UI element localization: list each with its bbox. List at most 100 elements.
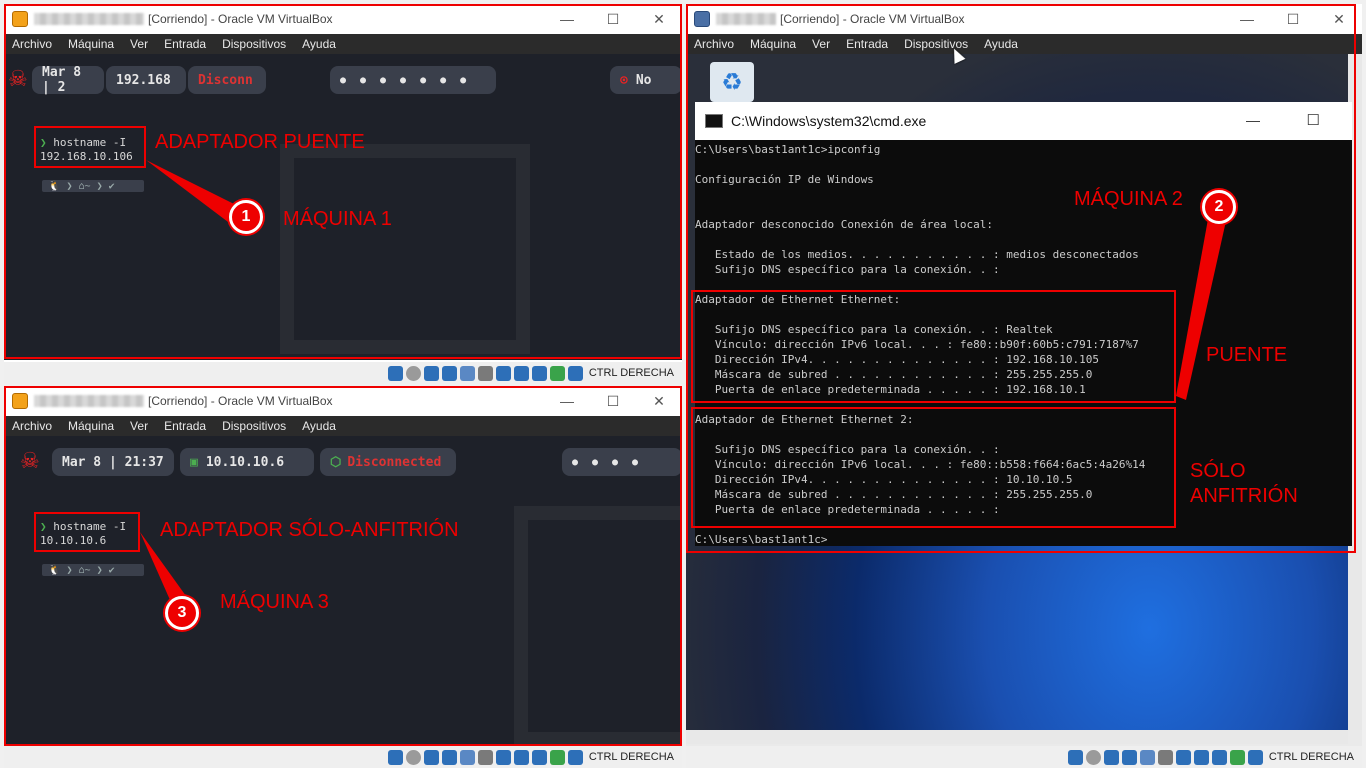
cmd-line bbox=[695, 307, 1352, 322]
status-icon[interactable] bbox=[423, 749, 439, 765]
menu-ver[interactable]: Ver bbox=[122, 37, 156, 51]
menu-archivo[interactable]: Archivo bbox=[4, 37, 60, 51]
cmd-line: Adaptador de Ethernet Ethernet: bbox=[695, 293, 901, 306]
vm3-window: [Corriendo] - Oracle VM VirtualBox — ☐ ✕… bbox=[4, 386, 682, 748]
status-icon[interactable] bbox=[405, 749, 421, 765]
status-icon[interactable] bbox=[495, 365, 511, 381]
status-icon[interactable] bbox=[459, 749, 475, 765]
minimize-button[interactable]: — bbox=[544, 4, 590, 34]
status-icon[interactable] bbox=[387, 749, 403, 765]
cmd-icon bbox=[705, 114, 723, 128]
status-icon[interactable] bbox=[459, 365, 475, 381]
status-icon[interactable] bbox=[531, 365, 547, 381]
menu-entrada[interactable]: Entrada bbox=[838, 37, 896, 51]
status-icon[interactable] bbox=[1193, 749, 1209, 765]
status-icon[interactable] bbox=[1229, 749, 1245, 765]
workspaces-pill[interactable]: ●●●● bbox=[562, 448, 682, 476]
workspaces-pill[interactable]: ●●●●●●● bbox=[330, 66, 496, 94]
cmd-line bbox=[695, 397, 1352, 412]
maximize-button[interactable]: ☐ bbox=[590, 386, 636, 416]
close-button[interactable]: ✕ bbox=[1316, 4, 1362, 34]
vm1-menubar: Archivo Máquina Ver Entrada Dispositivos… bbox=[4, 34, 682, 54]
menu-dispositivos[interactable]: Dispositivos bbox=[214, 419, 294, 433]
menu-dispositivos[interactable]: Dispositivos bbox=[214, 37, 294, 51]
status-icon[interactable] bbox=[1103, 749, 1119, 765]
status-icon[interactable] bbox=[477, 365, 493, 381]
cmd-line bbox=[695, 187, 1352, 202]
status-icon[interactable] bbox=[1085, 749, 1101, 765]
vm3-name-blurred bbox=[34, 395, 144, 407]
status-icon[interactable] bbox=[549, 749, 565, 765]
menu-maquina[interactable]: Máquina bbox=[60, 419, 122, 433]
status-icon[interactable] bbox=[387, 365, 403, 381]
watermark-logo bbox=[280, 144, 530, 354]
status-icon[interactable] bbox=[405, 365, 421, 381]
menu-archivo[interactable]: Archivo bbox=[686, 37, 742, 51]
status-icon[interactable] bbox=[513, 749, 529, 765]
menu-ver[interactable]: Ver bbox=[122, 419, 156, 433]
status-icon[interactable] bbox=[1175, 749, 1191, 765]
status-icon[interactable] bbox=[513, 365, 529, 381]
vm2-titlebar: [Corriendo] - Oracle VM VirtualBox — ☐ ✕ bbox=[686, 4, 1362, 34]
status-icon[interactable] bbox=[567, 749, 583, 765]
cmd-line: C:\Users\bast1ant1c> bbox=[695, 533, 828, 546]
maximize-button[interactable]: ☐ bbox=[590, 4, 636, 34]
network-pill-label: Disconnected bbox=[347, 454, 442, 470]
status-icon[interactable] bbox=[495, 749, 511, 765]
prompt-highlight-box bbox=[34, 126, 146, 168]
cmd-line: Sufijo DNS específico para la conexión. … bbox=[695, 443, 1000, 456]
cmd-line: Puerta de enlace predeterminada . . . . … bbox=[695, 383, 1086, 396]
status-icon[interactable] bbox=[1247, 749, 1263, 765]
menu-maquina[interactable]: Máquina bbox=[742, 37, 804, 51]
menu-maquina[interactable]: Máquina bbox=[60, 37, 122, 51]
menu-entrada[interactable]: Entrada bbox=[156, 37, 214, 51]
vm2-statusbar: CTRL DERECHA bbox=[686, 746, 1362, 768]
menu-entrada[interactable]: Entrada bbox=[156, 419, 214, 433]
minimize-button[interactable]: — bbox=[1224, 4, 1270, 34]
close-button[interactable]: ✕ bbox=[636, 386, 682, 416]
cmd-line: C:\Users\bast1ant1c>ipconfig bbox=[695, 143, 881, 156]
maximize-button[interactable]: ☐ bbox=[1270, 4, 1316, 34]
ip-pill: ▣ 10.10.10.6 bbox=[180, 448, 314, 476]
status-icon[interactable] bbox=[1157, 749, 1173, 765]
vm3-screen[interactable]: ☠ Mar 8 | 21:37 ▣ 10.10.10.6 ⬡ Disconnecte… bbox=[4, 436, 682, 748]
status-icon[interactable] bbox=[441, 365, 457, 381]
annotation-machine-3: MÁQUINA 3 bbox=[220, 591, 329, 613]
status-icon[interactable] bbox=[567, 365, 583, 381]
date-pill: Mar 8 | 2 bbox=[32, 65, 104, 95]
menu-ayuda[interactable]: Ayuda bbox=[294, 37, 344, 51]
menu-ayuda[interactable]: Ayuda bbox=[294, 419, 344, 433]
recycle-bin-icon[interactable]: ♻ bbox=[710, 62, 754, 102]
cmd-line bbox=[695, 277, 1352, 292]
status-icon[interactable] bbox=[549, 365, 565, 381]
cmd-line: Máscara de subred . . . . . . . . . . . … bbox=[695, 368, 1093, 381]
minimize-button[interactable]: — bbox=[544, 386, 590, 416]
status-icon[interactable] bbox=[1211, 749, 1227, 765]
status-icon[interactable] bbox=[441, 749, 457, 765]
horizontal-scrollbar[interactable] bbox=[686, 730, 1348, 744]
ps1-bar: 🐧 ❯ ⌂~ ❯ ✔ bbox=[42, 180, 144, 192]
status-icon[interactable] bbox=[1139, 749, 1155, 765]
menu-dispositivos[interactable]: Dispositivos bbox=[896, 37, 976, 51]
annotation-solo-anfitrion: SÓLO ANFITRIÓN bbox=[1190, 460, 1298, 507]
menu-archivo[interactable]: Archivo bbox=[4, 419, 60, 433]
cmd-line: Sufijo DNS específico para la conexión. … bbox=[695, 323, 1053, 336]
cmd-minimize-button[interactable]: — bbox=[1246, 112, 1260, 128]
status-icon[interactable] bbox=[477, 749, 493, 765]
vm1-title: [Corriendo] - Oracle VM VirtualBox bbox=[148, 12, 333, 26]
vm1-screen[interactable]: ☠ Mar 8 | 2 192.168 Disconn ●●●●●●● ⊙ No … bbox=[4, 54, 682, 360]
status-icon[interactable] bbox=[1067, 749, 1083, 765]
cmd-maximize-button[interactable]: ☐ bbox=[1307, 111, 1320, 129]
status-icon[interactable] bbox=[1121, 749, 1137, 765]
cmd-line bbox=[695, 232, 1352, 247]
menu-ver[interactable]: Ver bbox=[804, 37, 838, 51]
vm3-titlebar: [Corriendo] - Oracle VM VirtualBox — ☐ ✕ bbox=[4, 386, 682, 416]
status-icon[interactable] bbox=[423, 365, 439, 381]
menu-ayuda[interactable]: Ayuda bbox=[976, 37, 1026, 51]
close-button[interactable]: ✕ bbox=[636, 4, 682, 34]
cmd-titlebar: C:\Windows\system32\cmd.exe — ☐ bbox=[695, 102, 1352, 140]
status-icon[interactable] bbox=[531, 749, 547, 765]
cmd-line: Sufijo DNS específico para la conexión. … bbox=[695, 263, 1000, 276]
cmd-line: Estado de los medios. . . . . . . . . . … bbox=[695, 248, 1139, 261]
skull-icon: ☠ bbox=[8, 66, 28, 91]
